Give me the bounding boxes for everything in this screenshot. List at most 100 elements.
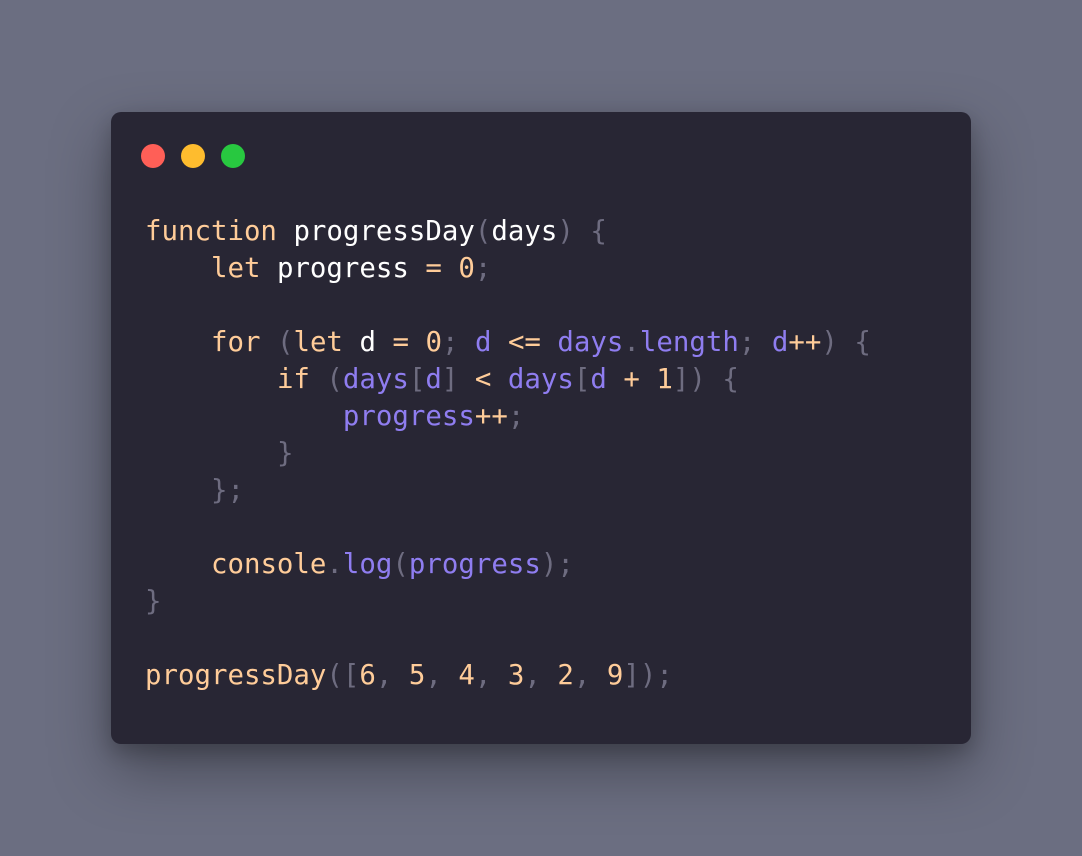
code-block: function progressDay(days) { let progres… xyxy=(145,213,871,694)
code-token-operator: = xyxy=(392,327,409,358)
code-token-punctuation: } xyxy=(145,586,162,617)
code-line: } xyxy=(145,583,871,620)
code-token-punctuation: ]); xyxy=(623,660,673,691)
code-token-punctuation: ; xyxy=(738,327,756,358)
code-token-punctuation: ( xyxy=(392,549,409,580)
code-token-identifier: days xyxy=(491,216,558,247)
code-token-variable: log xyxy=(342,549,393,580)
code-token-punctuation: [ xyxy=(408,364,426,395)
code-token-number: 1 xyxy=(656,364,673,395)
code-token-punctuation: , xyxy=(573,660,591,691)
code-token-punctuation: ( xyxy=(474,216,492,247)
code-token-variable: d xyxy=(425,364,442,395)
code-token-identifier: d xyxy=(359,327,376,358)
code-token-variable: progress xyxy=(342,401,475,432)
code-line: let progress = 0; xyxy=(145,250,871,287)
code-line: } xyxy=(145,435,871,472)
code-token-keyword: for xyxy=(210,327,261,358)
code-token-keyword: progressDay xyxy=(145,660,327,691)
code-token-operator: <= xyxy=(507,327,541,358)
code-token-punctuation: ) xyxy=(821,327,838,358)
code-token-number: 2 xyxy=(557,660,574,691)
code-token-keyword: if xyxy=(276,364,310,395)
code-token-variable: days xyxy=(342,364,409,395)
code-token-punctuation: , xyxy=(474,660,492,691)
code-token-punctuation: ] xyxy=(441,364,459,395)
minimize-button[interactable] xyxy=(181,144,205,168)
code-token-punctuation: ; xyxy=(474,253,492,284)
code-token-operator: ++ xyxy=(474,401,508,432)
code-token-punctuation: { xyxy=(854,327,871,358)
code-line: progressDay([6, 5, 4, 3, 2, 9]); xyxy=(145,657,871,694)
page-background: { "colors": { "background": "#6b6e81", "… xyxy=(0,0,1082,856)
code-token-punctuation: ( xyxy=(276,327,294,358)
code-token-keyword: let xyxy=(210,253,261,284)
code-token-punctuation: ); xyxy=(540,549,574,580)
code-token-identifier: progressDay xyxy=(293,216,475,247)
code-token-punctuation: . xyxy=(623,327,640,358)
code-token-punctuation: ]) xyxy=(672,364,706,395)
code-token-punctuation: ; xyxy=(507,401,525,432)
code-token-operator: = xyxy=(425,253,442,284)
close-button[interactable] xyxy=(141,144,165,168)
code-token-keyword: let xyxy=(293,327,343,358)
code-token-punctuation: }; xyxy=(210,475,244,506)
code-token-operator: ++ xyxy=(788,327,822,358)
code-token-variable: progress xyxy=(408,549,541,580)
code-token-number: 5 xyxy=(408,660,426,691)
code-token-punctuation: , xyxy=(524,660,541,691)
code-token-operator: + xyxy=(623,364,640,395)
code-token-punctuation: , xyxy=(375,660,393,691)
code-token-identifier: progress xyxy=(276,253,409,284)
code-line: for (let d = 0; d <= days.length; d++) { xyxy=(145,324,871,361)
code-token-keyword: function xyxy=(145,216,277,247)
code-token-number: 3 xyxy=(507,660,525,691)
code-token-variable: d xyxy=(590,364,607,395)
window-controls xyxy=(141,144,245,168)
code-line: function progressDay(days) { xyxy=(145,213,871,250)
code-token-operator: < xyxy=(474,364,492,395)
code-token-variable: length xyxy=(639,327,739,358)
code-token-punctuation: ([ xyxy=(326,660,360,691)
code-token-punctuation: . xyxy=(326,549,343,580)
code-token-keyword: console xyxy=(210,549,327,580)
code-window: function progressDay(days) { let progres… xyxy=(111,112,971,744)
code-line: if (days[d] < days[d + 1]) { xyxy=(145,361,871,398)
maximize-button[interactable] xyxy=(221,144,245,168)
code-token-punctuation: , xyxy=(425,660,442,691)
code-token-variable: d xyxy=(771,327,789,358)
code-token-punctuation: { xyxy=(722,364,739,395)
code-token-punctuation: [ xyxy=(573,364,591,395)
code-token-punctuation: } xyxy=(276,438,294,469)
code-token-number: 4 xyxy=(458,660,475,691)
code-token-number: 0 xyxy=(425,327,442,358)
code-token-variable: days xyxy=(557,327,624,358)
code-line: progress++; xyxy=(145,398,871,435)
code-line: }; xyxy=(145,472,871,509)
